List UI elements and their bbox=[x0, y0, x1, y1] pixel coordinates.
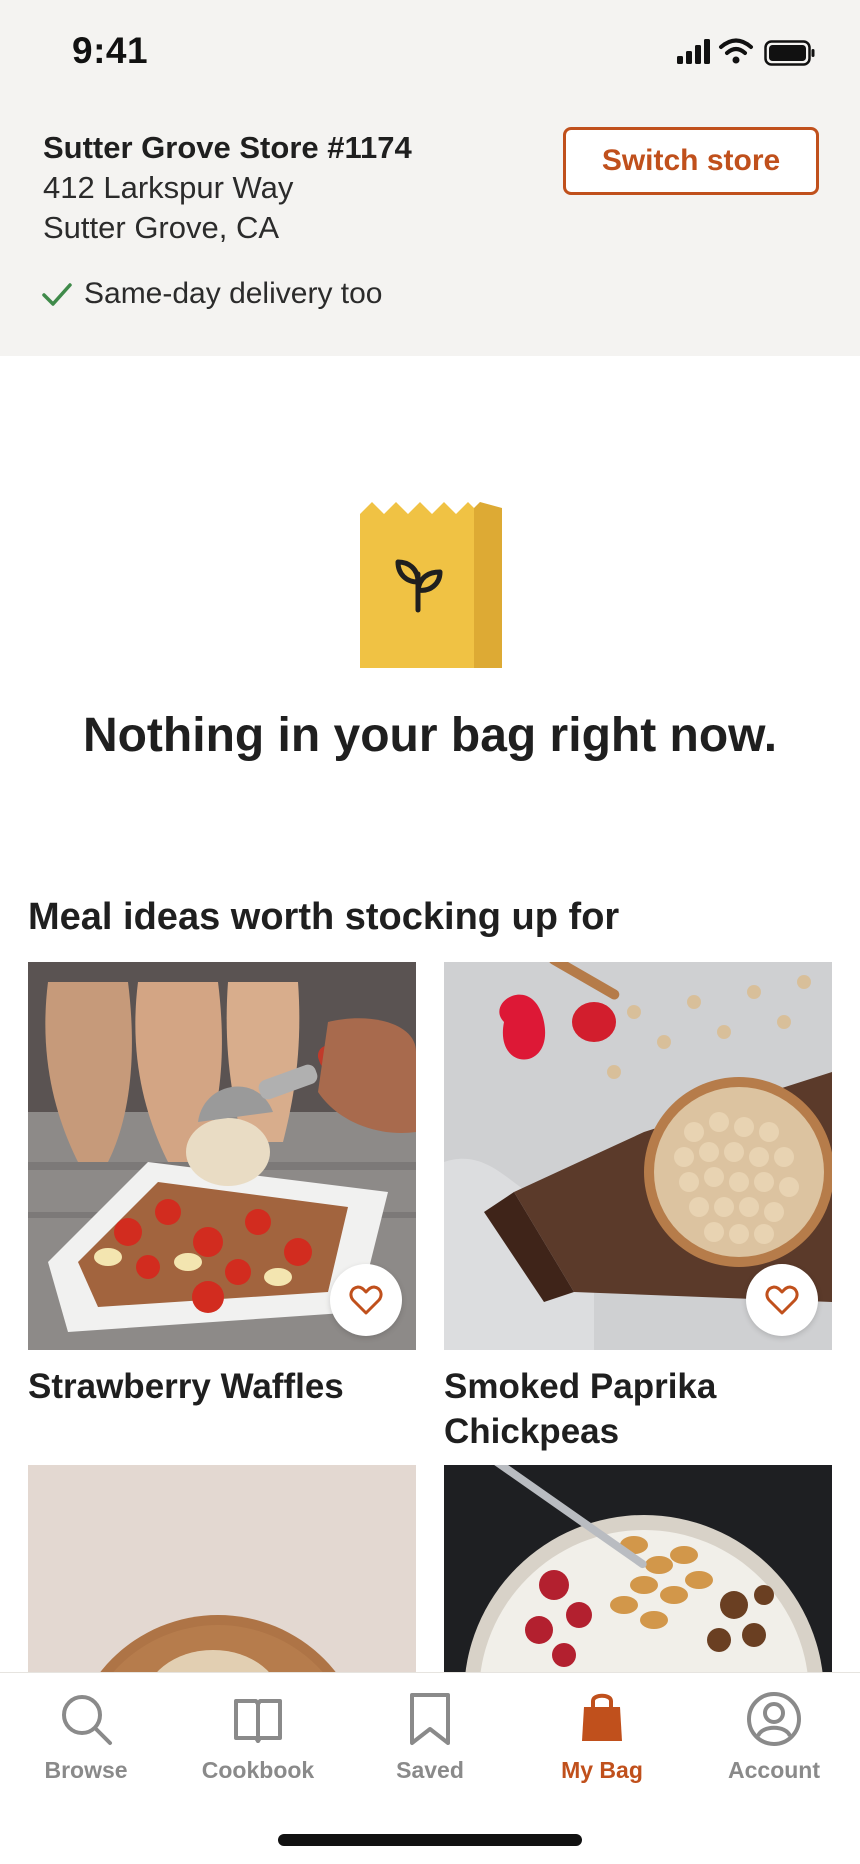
tab-cookbook[interactable]: Cookbook bbox=[172, 1673, 344, 1803]
heart-icon bbox=[765, 1285, 799, 1315]
battery-icon bbox=[764, 40, 815, 66]
search-icon bbox=[62, 1695, 112, 1745]
home-indicator bbox=[278, 1834, 582, 1846]
store-address-line1: 412 Larkspur Way bbox=[43, 170, 294, 205]
meal-card-title[interactable]: Strawberry Waffles bbox=[28, 1364, 416, 1409]
store-header: 9:41 Sutter Grove Store #1174 412 Larksp… bbox=[0, 0, 860, 356]
cellular-signal-icon bbox=[677, 39, 710, 64]
meal-card-title[interactable]: Smoked Paprika Chickpeas bbox=[444, 1364, 832, 1454]
favorite-button[interactable] bbox=[330, 1264, 402, 1336]
empty-bag-title: Nothing in your bag right now. bbox=[82, 709, 778, 762]
account-icon bbox=[747, 1692, 801, 1746]
meal-ideas-heading: Meal ideas worth stocking up for bbox=[28, 896, 620, 938]
tab-account[interactable]: Account bbox=[688, 1673, 860, 1803]
tab-label: Cookbook bbox=[201, 1757, 315, 1783]
tab-browse[interactable]: Browse bbox=[0, 1673, 172, 1803]
store-address-line2: Sutter Grove, CA bbox=[43, 210, 280, 245]
tab-label: Browse bbox=[44, 1757, 128, 1783]
delivery-note: Same-day delivery too bbox=[40, 274, 382, 314]
status-bar: 9:41 bbox=[0, 0, 860, 104]
book-icon bbox=[234, 1699, 282, 1743]
meal-card-image[interactable] bbox=[444, 962, 832, 1350]
bag-icon bbox=[582, 1693, 622, 1741]
checkmark-icon bbox=[42, 283, 72, 306]
meal-card-strawberry-waffles[interactable]: Strawberry Waffles bbox=[28, 962, 416, 1409]
store-name: Sutter Grove Store #1174 bbox=[43, 130, 412, 165]
tab-label: Saved bbox=[396, 1757, 464, 1783]
tab-my-bag[interactable]: My Bag bbox=[516, 1673, 688, 1803]
heart-icon bbox=[349, 1285, 383, 1315]
favorite-button[interactable] bbox=[746, 1264, 818, 1336]
bookmark-icon bbox=[410, 1693, 450, 1745]
tab-saved[interactable]: Saved bbox=[344, 1673, 516, 1803]
tab-label: My Bag bbox=[561, 1757, 643, 1783]
wifi-icon bbox=[719, 38, 753, 64]
tab-label: Account bbox=[728, 1757, 820, 1783]
empty-bag-illustration bbox=[360, 502, 502, 668]
meal-card-smoked-paprika-chickpeas[interactable]: Smoked Paprika Chickpeas bbox=[444, 962, 832, 1454]
meal-card-image[interactable] bbox=[28, 962, 416, 1350]
delivery-note-text: Same-day delivery too bbox=[84, 277, 383, 310]
status-time: 9:41 bbox=[72, 30, 149, 71]
switch-store-button[interactable]: Switch store bbox=[563, 127, 819, 195]
